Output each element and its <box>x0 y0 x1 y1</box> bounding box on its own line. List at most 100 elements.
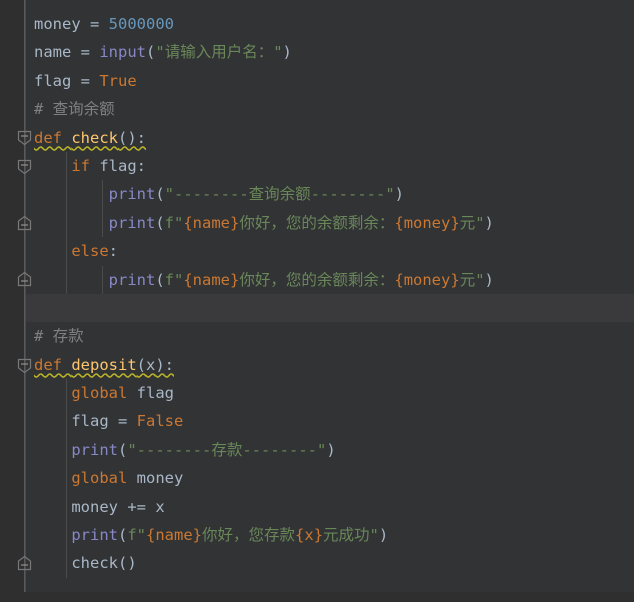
code-token-plain: = <box>90 15 109 33</box>
code-token-plain: ( <box>155 213 165 232</box>
code-token-kw: if <box>71 156 100 175</box>
code-token-plain: (): <box>118 128 146 147</box>
code-token-plain: ( <box>155 185 165 204</box>
code-line[interactable]: money = 5000000 <box>26 10 634 38</box>
code-line[interactable]: global money <box>26 464 634 493</box>
code-token-plain: += <box>127 497 156 516</box>
indent-guide <box>66 151 67 181</box>
code-content[interactable]: money = 5000000 name = input("请输入用户名：") fl… <box>26 0 634 602</box>
code-token-def-name: check <box>71 128 118 147</box>
code-line[interactable]: print("--------存款--------") <box>26 435 634 465</box>
code-token-brace: {money} <box>394 270 460 289</box>
code-line[interactable]: print("--------查询余额--------") <box>26 180 634 209</box>
code-line[interactable] <box>26 293 634 323</box>
code-line[interactable]: def deposit(x): <box>26 351 634 379</box>
indent-guide <box>66 407 67 436</box>
code-token-func: print <box>71 440 118 459</box>
code-token-kw: True <box>99 71 137 90</box>
code-line[interactable]: global flag <box>26 379 634 408</box>
code-line[interactable]: money += x <box>26 492 634 522</box>
code-token-str: 你好，您存款 <box>202 526 296 545</box>
indent-guide <box>66 208 67 238</box>
code-token-plain: ( <box>118 526 128 545</box>
code-token-plain: ( <box>118 440 128 459</box>
code-token-kw: False <box>136 412 184 431</box>
code-token-plain: ) <box>378 526 389 545</box>
code-token-func: print <box>108 270 156 289</box>
code-token-brace: {name} <box>183 270 240 289</box>
indent-guide <box>66 180 67 209</box>
code-line[interactable]: else: <box>26 237 634 266</box>
code-token-str: f" <box>164 270 184 289</box>
code-line[interactable]: # 存款 <box>26 322 634 350</box>
fold-rail-segment <box>24 0 25 592</box>
indent-guide <box>66 237 67 266</box>
code-line[interactable]: def check(): <box>26 124 634 152</box>
editor-gutter[interactable] <box>0 0 25 592</box>
code-token-brace: {name} <box>146 526 203 545</box>
code-token-plain: flag <box>136 384 174 403</box>
code-editor[interactable]: money = 5000000 name = input("请输入用户名：") fl… <box>0 0 634 592</box>
code-token-plain: ( <box>136 355 146 374</box>
code-token-kw: def <box>34 128 72 147</box>
code-token-plain: money <box>71 497 128 516</box>
code-token-str: 元" <box>459 213 485 232</box>
code-token-plain: money <box>34 15 90 33</box>
code-token-str: 元" <box>459 270 485 289</box>
code-line[interactable]: check() <box>26 549 634 578</box>
code-token-cmt: # 存款 <box>34 327 84 346</box>
code-token-plain: : <box>108 242 118 261</box>
code-token-func: input <box>99 43 147 62</box>
code-line[interactable]: print(f"{name}你好，您的余额剩余：{money}元") <box>26 208 634 238</box>
indent-guide <box>102 208 103 238</box>
code-token-str: f" <box>127 526 147 545</box>
indent-guide <box>102 180 103 209</box>
code-line[interactable]: if flag: <box>26 151 634 181</box>
code-token-str: "--------查询余额--------" <box>164 185 395 204</box>
indent-guide <box>66 549 67 578</box>
code-token-plain: ) <box>484 213 494 232</box>
indent-guide <box>66 464 67 493</box>
code-token-kw: global <box>71 384 137 403</box>
code-token-plain: check <box>71 554 118 573</box>
code-token-kw: global <box>71 469 137 488</box>
code-token-plain: = <box>80 43 100 62</box>
code-token-kw: else <box>71 242 109 261</box>
code-token-plain: ) <box>282 43 292 62</box>
code-line[interactable]: print(f"{name}你好，您存款{x}元成功") <box>26 521 634 550</box>
code-token-plain: name <box>34 43 81 62</box>
code-line[interactable]: flag = False <box>26 407 634 436</box>
code-token-cmt: # 查询余额 <box>34 100 115 119</box>
code-token-plain: flag <box>34 71 81 90</box>
indent-guide <box>66 379 67 408</box>
code-token-plain: flag <box>71 412 118 431</box>
code-token-func: print <box>108 185 156 204</box>
code-token-plain: ): <box>155 355 175 374</box>
code-token-str: 你好，您的余额剩余： <box>239 270 395 289</box>
code-line[interactable]: flag = True <box>26 67 634 95</box>
code-token-num: 5000000 <box>108 15 174 33</box>
code-token-brace: {x} <box>295 526 324 545</box>
code-token-str: "--------存款--------" <box>127 440 327 459</box>
indent-guide <box>66 265 67 294</box>
code-token-plain: () <box>118 554 137 573</box>
code-token-plain: x <box>146 355 156 374</box>
code-token-plain: ) <box>484 270 494 289</box>
code-token-func: print <box>108 213 156 232</box>
code-token-brace: {name} <box>183 213 240 232</box>
code-token-plain: = <box>80 71 100 90</box>
code-line[interactable]: print(f"{name}你好，您的余额剩余：{money}元") <box>26 265 634 294</box>
code-token-plain: ( <box>155 270 165 289</box>
code-token-plain: = <box>118 412 137 431</box>
code-line[interactable]: # 查询余额 <box>26 95 634 123</box>
code-token-plain: ) <box>394 185 404 204</box>
indent-guide <box>66 492 67 522</box>
code-token-str: "请输入用户名：" <box>155 43 283 62</box>
code-token-kw: def <box>34 355 72 374</box>
code-token-func: print <box>71 526 118 545</box>
indent-guide <box>66 435 67 465</box>
code-line[interactable]: name = input("请输入用户名：") <box>26 38 634 66</box>
code-token-plain: ( <box>146 43 156 62</box>
